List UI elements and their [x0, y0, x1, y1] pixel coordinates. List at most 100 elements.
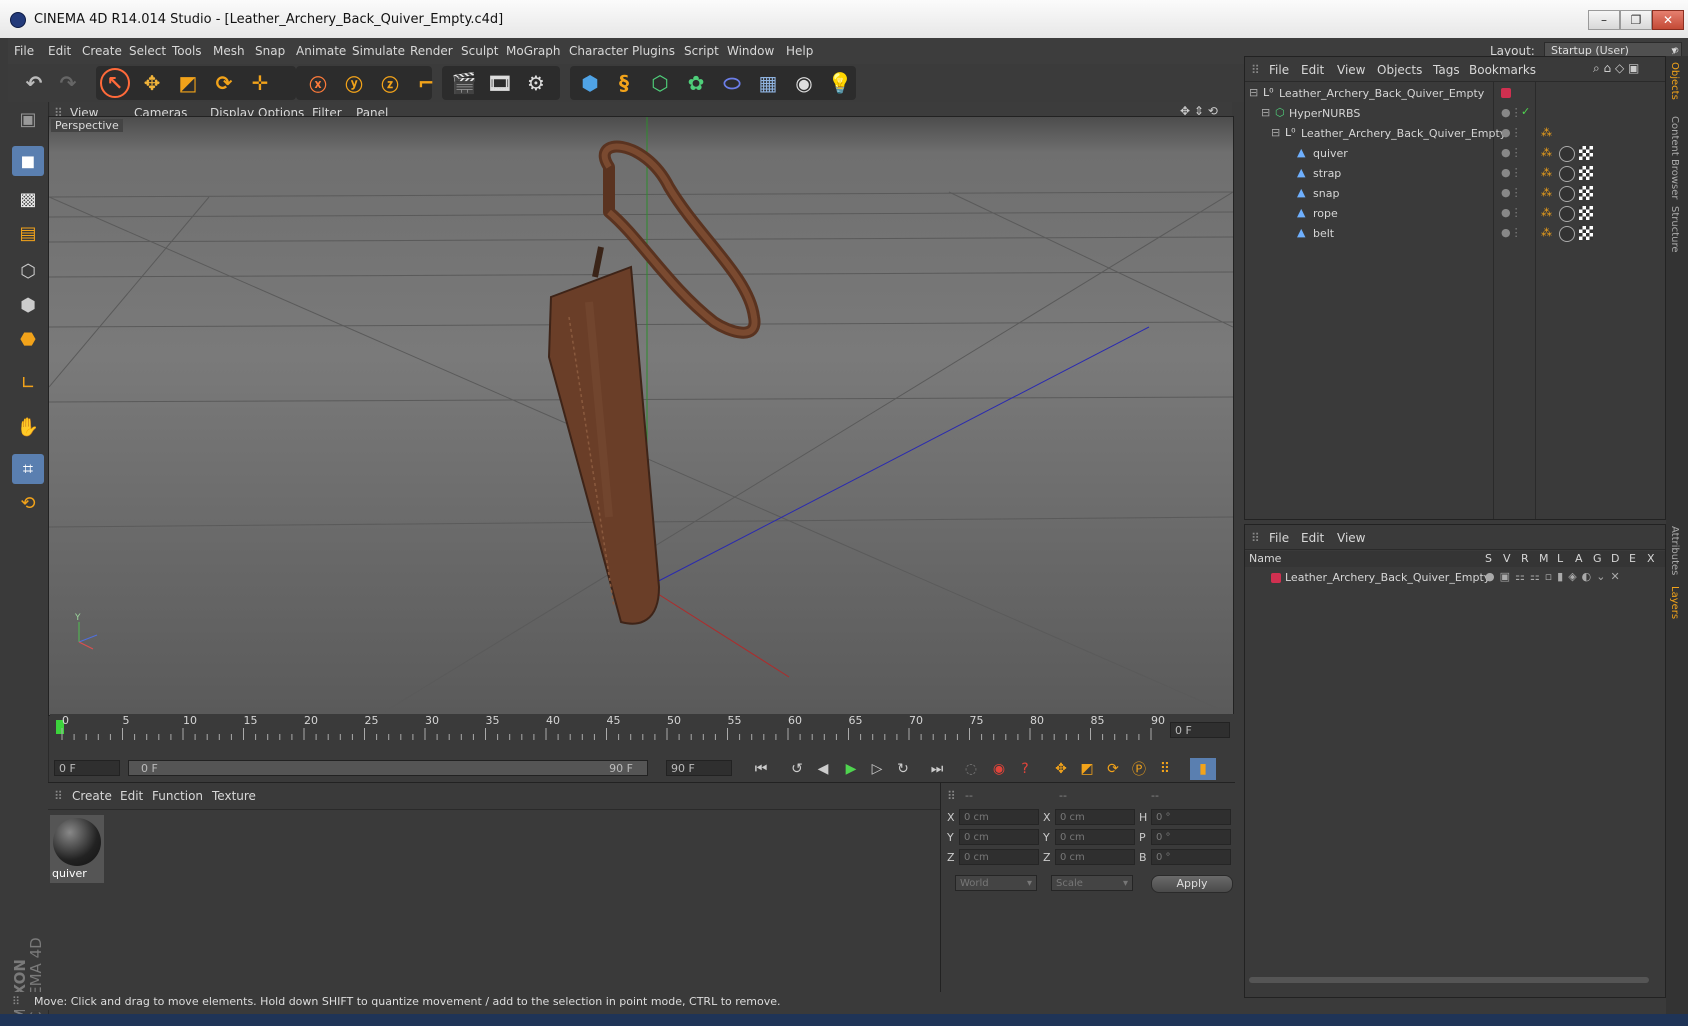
object-menu-view[interactable]: View: [1337, 63, 1365, 77]
scale-tool-icon[interactable]: ◩: [172, 68, 204, 98]
menu-animate[interactable]: Animate: [296, 44, 346, 58]
object-menu-tags[interactable]: Tags: [1433, 63, 1460, 77]
layer-color-swatch[interactable]: [1501, 88, 1511, 98]
timeline-scheme-icon[interactable]: ▮: [1190, 758, 1216, 780]
menu-edit[interactable]: Edit: [48, 44, 71, 58]
key-position-icon[interactable]: ✥: [1048, 758, 1074, 780]
move-tool-icon[interactable]: ✥: [136, 68, 168, 98]
material-menu-create[interactable]: Create: [72, 789, 112, 803]
phong-tag-icon[interactable]: ⁂: [1541, 206, 1552, 219]
render-settings-icon[interactable]: ⚙: [520, 68, 552, 98]
minimize-button[interactable]: –: [1588, 10, 1620, 30]
texture-mode-icon[interactable]: ▩: [12, 184, 44, 214]
model-mode-icon[interactable]: ◼: [12, 146, 44, 176]
object-row[interactable]: ⊟ L⁰ Leather_Archery_Back_Quiver_Empty: [1245, 83, 1665, 103]
menu-character[interactable]: Character: [569, 44, 628, 58]
recent-tools-icon[interactable]: ✛: [244, 68, 276, 98]
menu-plugins[interactable]: Plugins: [632, 44, 675, 58]
cube-icon[interactable]: ⬢: [574, 68, 606, 98]
close-button[interactable]: ✕: [1652, 10, 1684, 30]
go-to-start-icon[interactable]: ⏮: [748, 758, 774, 780]
undo-icon[interactable]: ↶: [18, 68, 50, 98]
phong-tag-icon[interactable]: ⁂: [1541, 186, 1552, 199]
size-mode-select[interactable]: Scale ▾: [1051, 875, 1133, 891]
locked-workplane-icon[interactable]: ⟲: [12, 488, 44, 518]
y-axis-icon[interactable]: ⓨ: [338, 68, 370, 98]
previous-key-icon[interactable]: ↺: [784, 758, 810, 780]
render-picture-viewer-icon[interactable]: 🎞: [484, 68, 516, 98]
phong-tag-icon[interactable]: ⁂: [1541, 226, 1552, 239]
redo-icon[interactable]: ↷: [52, 68, 84, 98]
collapse-icon[interactable]: ⊟: [1261, 106, 1270, 119]
object-menu-bookmarks[interactable]: Bookmarks: [1469, 63, 1536, 77]
restore-button[interactable]: ❐: [1620, 10, 1652, 30]
visibility-dots-icon[interactable]: ●⋮: [1501, 146, 1522, 159]
z-axis-icon[interactable]: ⓩ: [374, 68, 406, 98]
current-frame-field[interactable]: 0 F: [1170, 722, 1230, 738]
render-view-icon[interactable]: 🎬: [448, 68, 480, 98]
visibility-dots-icon[interactable]: ●⋮: [1501, 166, 1522, 179]
points-mode-icon[interactable]: ⬡: [12, 256, 44, 286]
play-icon[interactable]: ▶: [838, 758, 864, 780]
rotation-h-field[interactable]: 0 °: [1151, 809, 1231, 825]
tweak-mode-icon[interactable]: ✋: [12, 412, 44, 442]
3d-viewport[interactable]: Perspective Y: [48, 116, 1234, 716]
object-row[interactable]: ▲ quiver ●⋮ ⁂: [1245, 143, 1665, 163]
axis-mode-icon[interactable]: ∟: [12, 368, 44, 398]
coordinate-system-icon[interactable]: ⌐: [410, 68, 442, 98]
enabled-check-icon[interactable]: ✓: [1521, 105, 1530, 118]
menu-select[interactable]: Select: [129, 44, 166, 58]
apply-button[interactable]: Apply: [1151, 875, 1233, 893]
visibility-dots-icon[interactable]: ●⋮: [1501, 126, 1522, 139]
polygons-mode-icon[interactable]: ⬣: [12, 324, 44, 354]
layer-flag-icons[interactable]: ●▣⚏⚏▫▮◈◐⌄✕: [1485, 570, 1625, 583]
spline-icon[interactable]: §: [608, 68, 640, 98]
position-z-field[interactable]: 0 cm: [959, 849, 1039, 865]
material-tag-icon[interactable]: [1559, 146, 1575, 162]
object-row[interactable]: ⊟ L⁰ Leather_Archery_Back_Quiver_Empty ●…: [1245, 123, 1665, 143]
menu-sculpt[interactable]: Sculpt: [461, 44, 498, 58]
light-icon[interactable]: 💡: [824, 68, 856, 98]
menu-render[interactable]: Render: [410, 44, 453, 58]
menu-file[interactable]: File: [14, 44, 34, 58]
menu-help[interactable]: Help: [786, 44, 813, 58]
menu-script[interactable]: Script: [684, 44, 719, 58]
x-axis-icon[interactable]: ⓧ: [302, 68, 334, 98]
uvw-tag-icon[interactable]: [1579, 186, 1593, 200]
phong-tag-icon[interactable]: ⁂: [1541, 126, 1552, 139]
make-editable-icon[interactable]: ▣: [12, 104, 44, 134]
object-menu-edit[interactable]: Edit: [1301, 63, 1324, 77]
uvw-tag-icon[interactable]: [1579, 226, 1593, 240]
coordinate-mode-select[interactable]: World ▾: [955, 875, 1037, 891]
object-row[interactable]: ▲ snap ●⋮ ⁂: [1245, 183, 1665, 203]
layer-color-swatch[interactable]: [1271, 573, 1281, 583]
object-row[interactable]: ⊟ ⬡ HyperNURBS ●⋮ ✓: [1245, 103, 1665, 123]
uvw-tag-icon[interactable]: [1579, 146, 1593, 160]
object-menu-file[interactable]: File: [1269, 63, 1289, 77]
layer-row[interactable]: Leather_Archery_Back_Quiver_Empty ●▣⚏⚏▫▮…: [1245, 569, 1665, 587]
tab-content-browser[interactable]: Content Browser: [1669, 116, 1680, 199]
object-menu-objects[interactable]: Objects: [1377, 63, 1422, 77]
rotate-tool-icon[interactable]: ⟳: [208, 68, 240, 98]
deformer-icon[interactable]: ⬭: [716, 68, 748, 98]
key-pla-icon[interactable]: ⠿: [1152, 758, 1178, 780]
position-y-field[interactable]: 0 cm: [959, 829, 1039, 845]
material-tag-icon[interactable]: [1559, 186, 1575, 202]
menu-tools[interactable]: Tools: [172, 44, 202, 58]
snap-toggle-icon[interactable]: ⌗: [12, 454, 44, 484]
size-z-field[interactable]: 0 cm: [1055, 849, 1135, 865]
auto-keying-icon[interactable]: ◉: [986, 758, 1012, 780]
size-x-field[interactable]: 0 cm: [1055, 809, 1135, 825]
tab-attributes[interactable]: Attributes: [1669, 526, 1680, 575]
uvw-tag-icon[interactable]: [1579, 206, 1593, 220]
object-row[interactable]: ▲ belt ●⋮ ⁂: [1245, 223, 1665, 243]
material-menu-edit[interactable]: Edit: [120, 789, 143, 803]
layer-menu-file[interactable]: File: [1269, 531, 1289, 545]
tab-objects[interactable]: Objects: [1669, 62, 1680, 100]
menu-window[interactable]: Window: [727, 44, 774, 58]
edges-mode-icon[interactable]: ⬢: [12, 290, 44, 320]
key-parameter-icon[interactable]: Ⓟ: [1126, 758, 1152, 780]
go-to-end-icon[interactable]: ⏭: [924, 758, 950, 780]
object-row[interactable]: ▲ strap ●⋮ ⁂: [1245, 163, 1665, 183]
rotation-b-field[interactable]: 0 °: [1151, 849, 1231, 865]
